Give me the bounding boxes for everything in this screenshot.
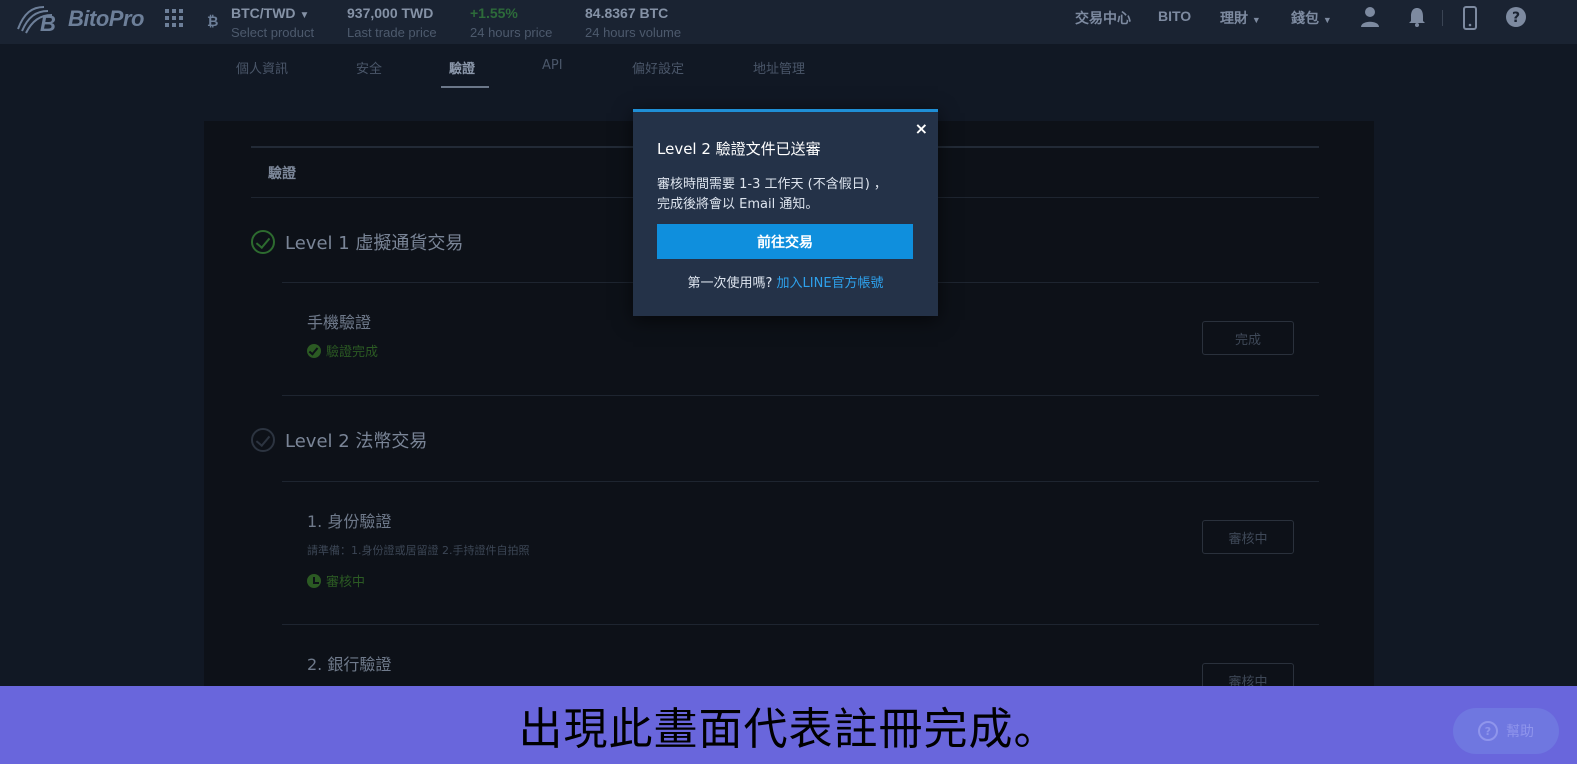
tab-address-management[interactable]: 地址管理 [753,58,805,77]
level1-title: Level 1 虛擬通貨交易 [285,233,464,254]
tab-profile[interactable]: 個人資訊 [236,58,288,77]
modal-body-line: 審核時間需要 1-3 工作天 (不含假日) ， [657,177,887,192]
caption-text: 出現此畫面代表註冊完成。 [518,704,1059,755]
modal-footer-text: 第一次使用嗎? [687,276,773,291]
last-price-stat: 937,000 TWD Last trade price [347,5,437,40]
level1-heading: Level 1 虛擬通貨交易 [251,229,463,255]
top-navigation-bar: B BitoPro ₿ BTC/TWD ▼ Select product 937… [0,0,1577,44]
svg-text:?: ? [1512,10,1520,26]
join-line-link[interactable]: 加入LINE官方帳號 [777,276,884,291]
nav-divider [1442,10,1443,26]
brand-logo[interactable]: B BitoPro [14,3,144,35]
help-label: 幫助 [1506,724,1534,740]
user-icon[interactable] [1360,6,1380,28]
volume-value: 84.8367 BTC [585,5,669,21]
nav-finance-dropdown[interactable]: 理財 ▼ [1220,8,1261,28]
modal-footer: 第一次使用嗎? 加入LINE官方帳號 [633,272,938,291]
volume-stat: 84.8367 BTC 24 hours volume [585,5,681,40]
submission-success-modal: × Level 2 驗證文件已送審 審核時間需要 1-3 工作天 (不含假日) … [633,109,938,316]
chevron-down-icon: ▼ [1322,15,1332,25]
bitopro-logo-icon: B [17,6,56,35]
pair-label: BTC/TWD [231,5,296,21]
close-icon[interactable]: × [915,119,928,138]
divider [282,481,1319,482]
phone-verification-status: 驗證完成 [307,341,378,360]
last-price-label: Last trade price [347,25,437,40]
identity-verification-title: 1. 身份驗證 [307,512,392,531]
bank-verification-title: 2. 銀行驗證 [307,655,392,674]
brand-name: BitoPro [68,6,144,31]
level2-title: Level 2 法幣交易 [285,431,428,452]
divider [282,395,1319,396]
chevron-down-icon: ▼ [299,10,310,21]
modal-body: 審核時間需要 1-3 工作天 (不含假日) ， 完成後將會以 Email 通知。 [657,175,917,215]
nav-bito[interactable]: BITO [1158,8,1191,24]
phone-verification-title: 手機驗證 [307,313,372,332]
volume-label: 24 hours volume [585,25,682,40]
nav-trade-center[interactable]: 交易中心 [1075,8,1131,28]
nav-wallet-dropdown[interactable]: 錢包 ▼ [1291,8,1332,28]
level2-heading: Level 2 法幣交易 [251,427,427,453]
tab-api[interactable]: API [542,58,563,73]
identity-verification-button[interactable]: 審核中 [1202,520,1294,554]
apps-grid-icon[interactable] [165,9,183,27]
bitcoin-icon: ₿ [207,14,219,30]
phone-verification-status-text: 驗證完成 [326,345,379,360]
tab-security[interactable]: 安全 [356,58,382,77]
tab-verification[interactable]: 驗證 [449,58,475,77]
price-change-value: +1.55% [470,5,518,21]
modal-body-line: 完成後將會以 Email 通知。 [657,197,819,212]
price-change-stat: +1.55% 24 hours price [470,5,552,40]
subtitle-caption-bar: 出現此畫面代表註冊完成。 [0,686,1577,764]
svg-text:B: B [40,11,56,35]
phone-verification-button[interactable]: 完成 [1202,321,1294,355]
divider [282,624,1319,625]
modal-title: Level 2 驗證文件已送審 [657,140,821,158]
last-price-value: 937,000 TWD [347,5,434,21]
help-button[interactable]: ? 幫助 [1453,708,1559,754]
mobile-icon[interactable] [1462,6,1478,30]
clock-icon [307,573,321,588]
check-circle-icon [251,230,275,254]
pair-sub-label: Select product [231,25,315,40]
go-to-trade-button[interactable]: 前往交易 [657,224,913,259]
section-title: 驗證 [268,166,296,182]
chevron-down-icon: ▼ [1251,15,1261,25]
help-circle-icon[interactable]: ? [1505,6,1527,28]
identity-verification-status-text: 審核中 [326,575,366,590]
price-change-label: 24 hours price [470,25,553,40]
check-icon [307,343,321,358]
identity-verification-status: 審核中 [307,571,365,590]
nav-wallet-label: 錢包 [1291,10,1319,26]
question-icon: ? [1478,721,1498,741]
tab-preferences[interactable]: 偏好設定 [632,58,684,77]
check-circle-icon [251,428,275,452]
identity-verification-note: 請準備：1.身份證或居留證 2.手持證件自拍照 [307,544,530,557]
active-tab-indicator [441,86,489,88]
product-selector[interactable]: BTC/TWD ▼ Select product [231,5,314,40]
bell-icon[interactable] [1407,6,1427,28]
nav-finance-label: 理財 [1220,10,1248,26]
